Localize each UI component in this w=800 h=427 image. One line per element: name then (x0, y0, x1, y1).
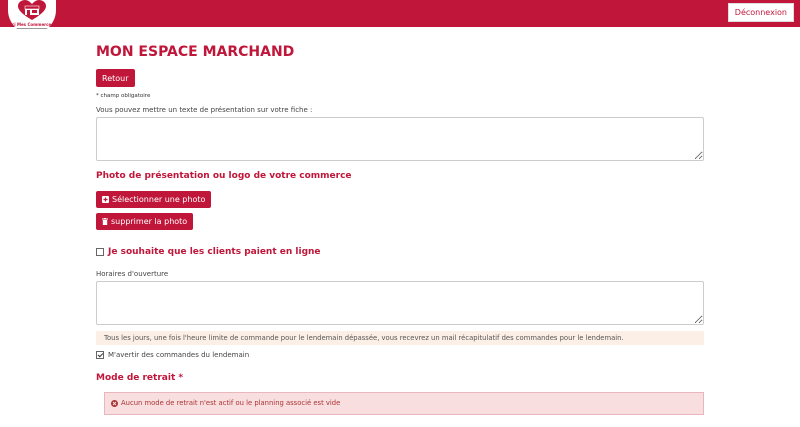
top-bar: Ici Mes Commerces Déconnexion (0, 0, 800, 34)
photo-section-title: Photo de présentation ou logo de votre c… (96, 171, 352, 181)
logo-underline (14, 28, 50, 29)
info-message: Tous les jours, une fois l'heure limite … (96, 331, 704, 345)
presentation-textarea[interactable] (96, 117, 704, 161)
retrait-alert-text: Aucun mode de retrait n'est actif ou le … (121, 399, 341, 407)
delete-photo-button[interactable]: supprimer la photo (96, 213, 194, 230)
logout-button[interactable]: Déconnexion (727, 3, 794, 22)
notify-checkbox[interactable] (96, 351, 104, 359)
storefront-heart-icon (18, 0, 46, 20)
select-photo-button[interactable]: Sélectionner une photo (96, 191, 212, 208)
back-button[interactable]: Retour (96, 69, 135, 87)
notify-label: M'avertir des commandes du lendemain (108, 351, 250, 359)
trash-icon (102, 218, 108, 225)
back-button-label: Retour (102, 73, 129, 83)
hours-textarea[interactable] (96, 281, 704, 325)
retrait-alert: Aucun mode de retrait n'est actif ou le … (104, 392, 704, 415)
times-circle-icon (111, 400, 118, 407)
plus-square-icon (102, 196, 109, 203)
delete-photo-label: supprimer la photo (111, 217, 188, 226)
presentation-label: Vous pouvez mettre un texte de présentat… (96, 106, 313, 114)
brand-logo[interactable]: Ici Mes Commerces (8, 0, 56, 34)
select-photo-label: Sélectionner une photo (112, 195, 206, 204)
online-payment-checkbox[interactable] (96, 248, 104, 256)
online-payment-label: Je souhaite que les clients paient en li… (108, 247, 321, 257)
retrait-section-title: Mode de retrait * (96, 373, 184, 383)
hours-label: Horaires d'ouverture (96, 270, 169, 278)
required-note: * champ obligatoire (96, 93, 151, 99)
page-title: MON ESPACE MARCHAND (96, 44, 295, 60)
online-payment-row[interactable]: Je souhaite que les clients paient en li… (96, 247, 321, 257)
notify-row[interactable]: M'avertir des commandes du lendemain (96, 351, 249, 359)
logo-text: Ici Mes Commerces (10, 22, 54, 27)
